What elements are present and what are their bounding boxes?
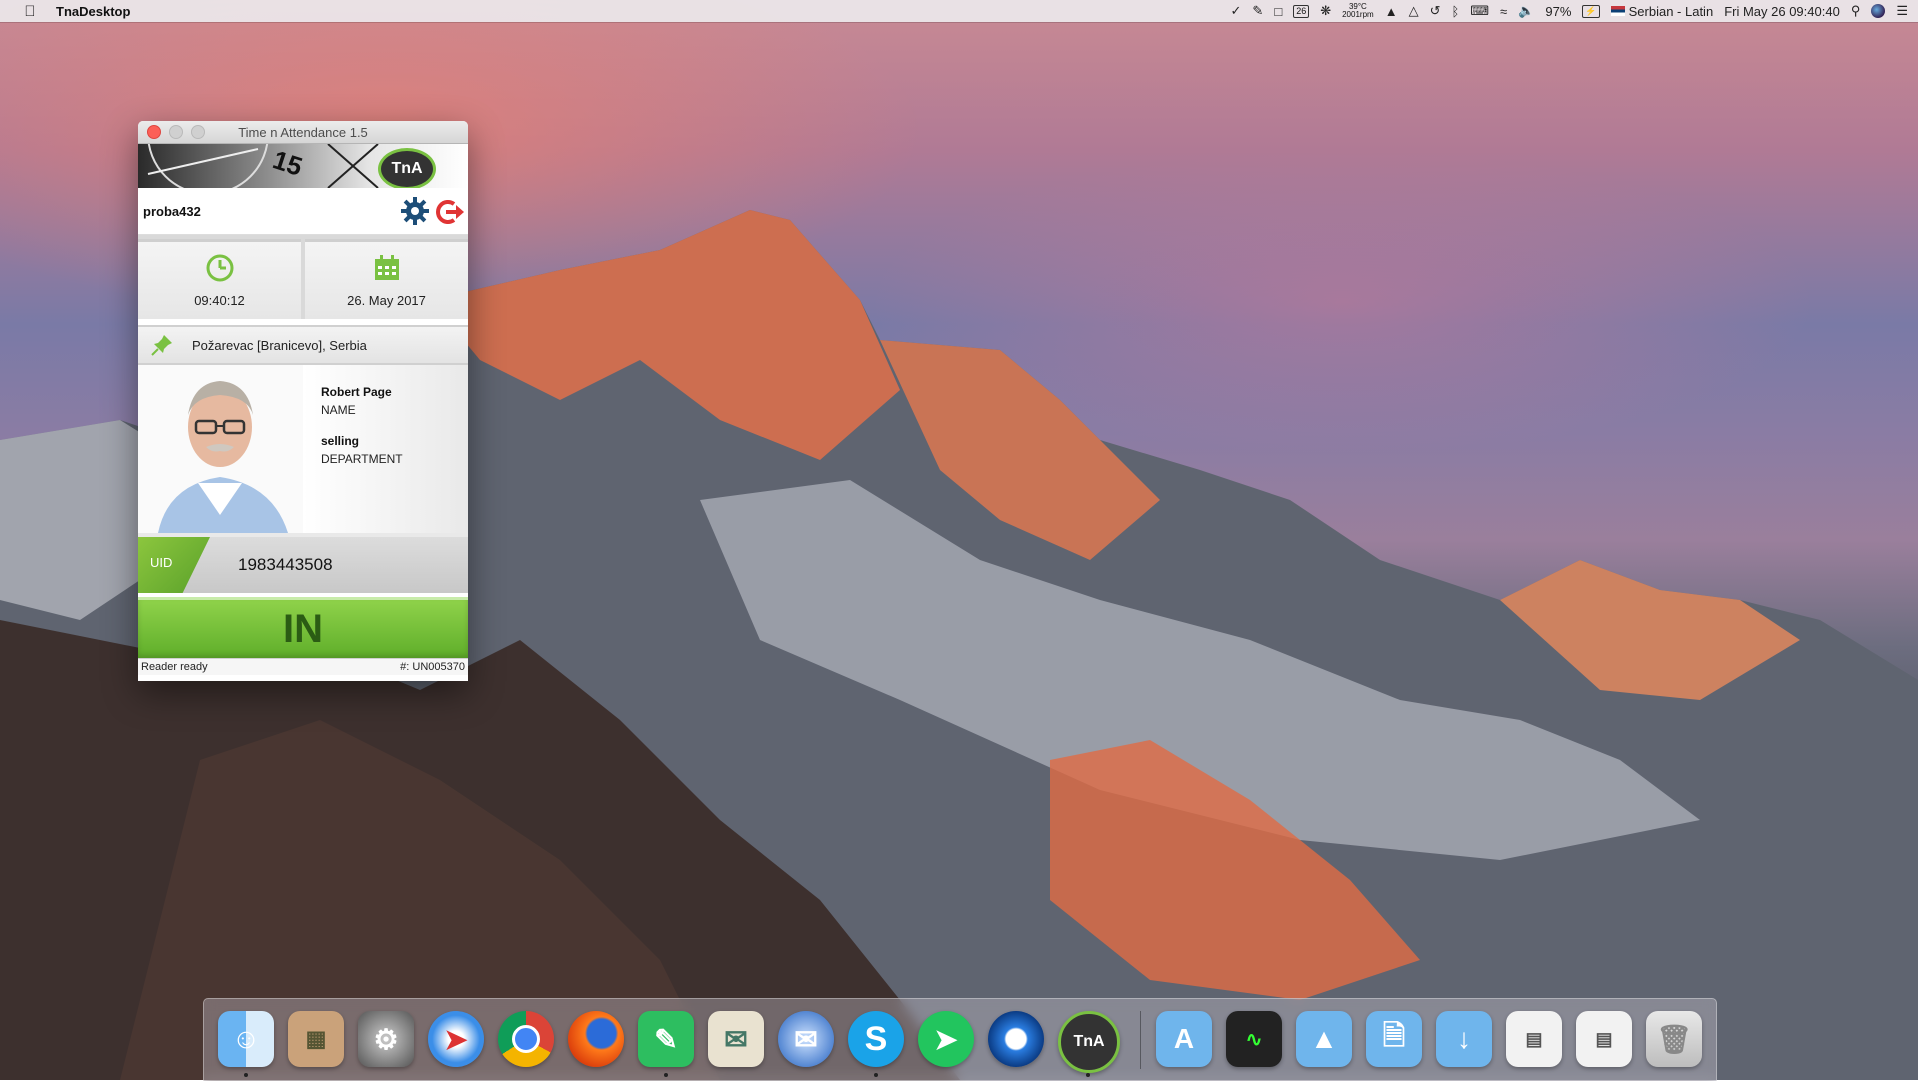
clock-icon	[206, 254, 233, 282]
documents-folder-icon[interactable]: 🗎	[1366, 1011, 1422, 1067]
fan-speed-value: 2001rpm	[1342, 10, 1374, 19]
uid-tag	[138, 537, 210, 593]
uid-value: 1983443508	[238, 555, 333, 574]
google-drive-folder-icon[interactable]: ▲	[1296, 1011, 1352, 1067]
temperature-readout[interactable]: 39°C 2001rpm	[1342, 3, 1374, 19]
drive-icon[interactable]: ▲	[1385, 4, 1398, 19]
location-bar: Požarevac [Branicevo], Serbia	[138, 325, 468, 365]
airplay-icon[interactable]: △	[1409, 3, 1419, 19]
clipboard-icon[interactable]: □	[1274, 4, 1282, 19]
in-button[interactable]: IN	[138, 597, 468, 658]
dock-separator	[1140, 1011, 1141, 1069]
running-indicator	[244, 1073, 248, 1077]
volume-icon[interactable]: 🔈	[1518, 3, 1534, 19]
time-date-tiles: 09:40:12 26. May 2017	[138, 235, 468, 319]
employee-name: Robert Page	[321, 385, 392, 399]
department-label: DEPARTMENT	[321, 452, 403, 466]
status-bar: Reader ready #: UN005370	[138, 658, 468, 675]
zoom-button[interactable]	[191, 125, 205, 139]
dock: ☺ ▦ ⚙ ➤ ✎ ✉ ✉ S ➤ TnA A ∿ ▲ 🗎 ↓ ▤ ▤ 🗑	[203, 998, 1717, 1081]
downloads-folder-icon[interactable]: ↓	[1436, 1011, 1492, 1067]
siri-icon[interactable]	[1871, 4, 1886, 18]
time-tile: 09:40:12	[138, 239, 301, 319]
date-tile: 26. May 2017	[305, 239, 468, 319]
pushpin-icon	[151, 335, 172, 356]
chrome-icon[interactable]	[498, 1011, 554, 1067]
employee-portrait	[138, 365, 303, 533]
clock[interactable]: Fri May 26 09:40:40	[1724, 4, 1840, 19]
running-indicator	[1086, 1073, 1090, 1077]
input-source-label: Serbian - Latin	[1628, 3, 1714, 19]
safari-icon[interactable]: ➤	[428, 1011, 484, 1067]
thunderbird-icon[interactable]: ✉	[778, 1011, 834, 1067]
menu-bar-status-items: ✓ ✎ □ 26 ❋ 39°C 2001rpm ▲ △ ↺ ᛒ ⌨ ≈ 🔈 97…	[1231, 0, 1908, 22]
active-app-name[interactable]: TnaDesktop	[56, 4, 130, 19]
reader-status: Reader ready	[141, 661, 208, 673]
employee-department: selling	[321, 434, 360, 448]
applications-folder-icon[interactable]: A	[1156, 1011, 1212, 1067]
running-indicator	[664, 1073, 668, 1077]
firefox-icon[interactable]	[568, 1011, 624, 1067]
current-date: 26. May 2017	[347, 293, 426, 308]
header-banner: 15 TnA	[138, 144, 468, 188]
spotlight-search-icon[interactable]: ⚲	[1851, 3, 1861, 19]
current-time: 09:40:12	[194, 293, 245, 308]
window-title: Time n Attendance 1.5	[238, 124, 368, 140]
employee-info: Robert Page NAME selling DEPARTMENT	[303, 365, 468, 533]
activity-monitor-icon[interactable]: ∿	[1226, 1011, 1282, 1067]
battery-percent[interactable]: 97%	[1545, 4, 1571, 19]
input-source[interactable]: Serbian - Latin	[1610, 3, 1714, 19]
notification-center-icon[interactable]: ☰	[1896, 3, 1908, 19]
keyboard-icon[interactable]: ⌨	[1470, 3, 1489, 19]
menu-bar:  TnaDesktop ✓ ✎ □ 26 ❋ 39°C 2001rpm ▲ △…	[0, 0, 1918, 22]
quicktime-icon[interactable]	[988, 1011, 1044, 1067]
calendar-icon	[374, 255, 399, 280]
calendar-day-icon[interactable]: 26	[1293, 4, 1310, 18]
uid-label: UID	[150, 555, 173, 570]
check-icon[interactable]: ✓	[1231, 3, 1242, 19]
device-id: #: UN005370	[400, 661, 465, 673]
battery-icon[interactable]: ⚡	[1582, 4, 1600, 18]
name-label: NAME	[321, 403, 356, 417]
trash-icon[interactable]: 🗑	[1646, 1011, 1702, 1067]
serbian-flag-icon	[1610, 6, 1625, 16]
employee-card: Robert Page NAME selling DEPARTMENT	[138, 365, 468, 533]
wifi-icon[interactable]: ≈	[1500, 4, 1507, 19]
system-preferences-icon[interactable]: ⚙	[358, 1011, 414, 1067]
user-row: proba432	[138, 188, 468, 235]
username: proba432	[143, 203, 201, 219]
bluetooth-icon[interactable]: ᛒ	[1451, 4, 1459, 19]
minimize-button[interactable]	[169, 125, 183, 139]
calculator-icon[interactable]: ▦	[288, 1011, 344, 1067]
screenshot-stack-icon[interactable]: ▤	[1576, 1011, 1632, 1067]
window-titlebar[interactable]: Time n Attendance 1.5	[138, 121, 468, 144]
evernote-icon[interactable]: ✎	[1252, 3, 1263, 19]
evernote-icon[interactable]: ✎	[638, 1011, 694, 1067]
employee-photo	[138, 365, 303, 533]
uid-row: UID 1983443508	[138, 533, 468, 593]
mail-icon[interactable]: ✉	[708, 1011, 764, 1067]
logout-icon[interactable]	[434, 198, 464, 226]
location-text: Požarevac [Branicevo], Serbia	[192, 337, 367, 353]
screenshot-stack-icon[interactable]: ▤	[1506, 1011, 1562, 1067]
skype-icon[interactable]: S	[848, 1011, 904, 1067]
close-button[interactable]	[147, 125, 161, 139]
tna-window: Time n Attendance 1.5 15 TnA proba432 09…	[138, 121, 468, 681]
tna-logo: TnA	[378, 148, 436, 188]
running-indicator	[874, 1073, 878, 1077]
settings-gear-icon[interactable]	[400, 196, 430, 226]
time-machine-icon[interactable]: ↺	[1430, 3, 1441, 19]
tna-app-icon[interactable]: TnA	[1058, 1011, 1120, 1073]
airmail-icon[interactable]: ➤	[918, 1011, 974, 1067]
apple-menu-icon[interactable]: 	[22, 3, 38, 20]
finder-icon[interactable]: ☺	[218, 1011, 274, 1067]
fan-icon[interactable]: ❋	[1320, 3, 1331, 19]
